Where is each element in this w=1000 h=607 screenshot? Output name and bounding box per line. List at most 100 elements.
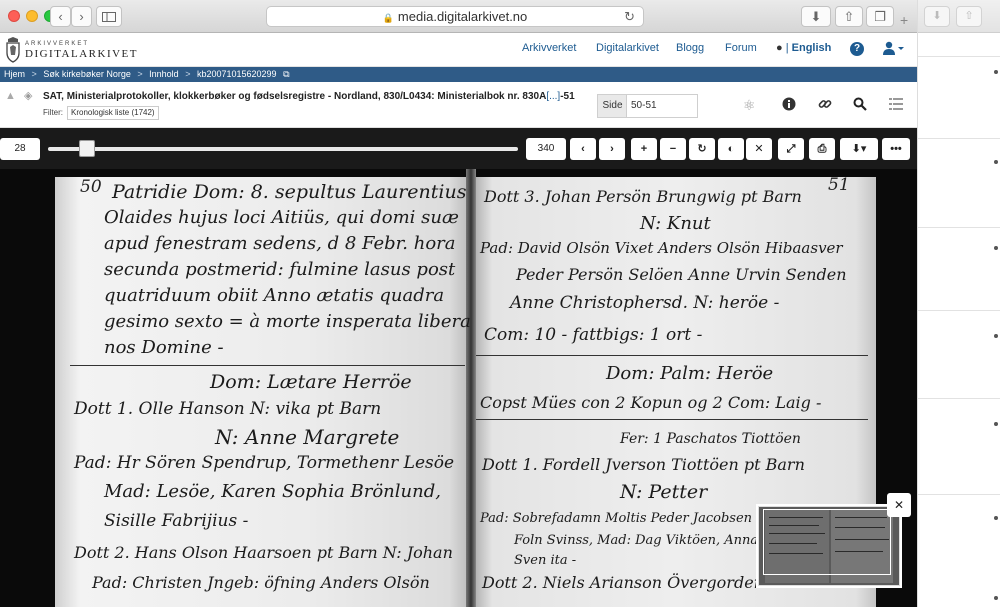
record-header: ▲ ◈ SAT, Ministerialprotokoller, klokker… bbox=[0, 82, 917, 128]
rotate-button[interactable]: ↻ bbox=[689, 138, 715, 160]
right-section-rule bbox=[476, 355, 868, 356]
right-line-6: Com: 10 - fattbigs: 1 ort - bbox=[484, 325, 703, 345]
viewer-toolbar: 28 340 ‹ › + − ↻ ◐ ✕ ⤢ ⎙ ⬇▾ ••• bbox=[0, 128, 917, 169]
contrast-button[interactable]: ◐ bbox=[718, 138, 744, 160]
forward-button[interactable]: › bbox=[71, 6, 92, 27]
background-window-toolbar: ⬇ ⇧ bbox=[918, 0, 1000, 33]
bullet bbox=[994, 160, 998, 164]
left-line-13: Sisille Fabrijius - bbox=[104, 511, 249, 531]
left-line-3: apud fenestram sedens, d 8 Febr. hora bbox=[104, 233, 456, 254]
info-icon[interactable] bbox=[782, 97, 796, 114]
previous-page-button[interactable]: ‹ bbox=[570, 138, 596, 160]
close-navigator-button[interactable]: ✕ bbox=[887, 493, 911, 517]
list-icon[interactable] bbox=[889, 97, 903, 113]
left-line-9: Dott 1. Olle Hanson N: vika pt Barn bbox=[74, 399, 382, 419]
left-line-6: gesimo sexto = à morte insperata libera bbox=[104, 311, 471, 332]
crest-icon[interactable] bbox=[5, 37, 21, 63]
expand-icon: ⤢ bbox=[786, 143, 796, 155]
zoom-in-button[interactable]: + bbox=[631, 138, 657, 160]
total-pages: 340 bbox=[526, 138, 566, 160]
url-text: media.digitalarkivet.no bbox=[397, 9, 528, 24]
navigator-viewport[interactable] bbox=[763, 509, 891, 575]
plus-icon: + bbox=[900, 12, 909, 28]
filter-select[interactable]: Kronologisk liste (1742) bbox=[67, 106, 159, 120]
nav-blogg[interactable]: Blogg bbox=[676, 42, 704, 54]
help-icon[interactable]: ? bbox=[850, 42, 864, 56]
more-options-button[interactable]: ••• bbox=[882, 138, 910, 160]
copy-icon[interactable]: ⧉ bbox=[283, 69, 289, 79]
language-separator: | bbox=[785, 42, 789, 54]
sidebar-toggle-button[interactable] bbox=[96, 6, 122, 27]
search-icon[interactable] bbox=[853, 97, 867, 114]
download-icon: ⬇ bbox=[810, 9, 822, 24]
right-line-9: Fer: 1 Paschatos Tiottöen bbox=[620, 431, 801, 447]
divider bbox=[918, 310, 1000, 311]
print-icon: ⎙ bbox=[817, 143, 827, 155]
breadcrumb-sok[interactable]: Søk kirkebøker Norge bbox=[43, 69, 131, 79]
layers-icon[interactable]: ◈ bbox=[24, 89, 32, 102]
left-line-1: Patridie Dom: 8. sepultus Laurentius bbox=[112, 181, 467, 203]
divider bbox=[918, 227, 1000, 228]
right-line-12: Pad: Sobrefadamn Moltis Peder Jacobsen bbox=[480, 511, 753, 526]
link-icon[interactable] bbox=[818, 97, 832, 114]
share-button[interactable]: ⇧ bbox=[835, 6, 863, 27]
right-line-5: Anne Christophersd. N: heröe - bbox=[510, 293, 780, 313]
nav-digitalarkivet[interactable]: Digitalarkivet bbox=[596, 42, 659, 54]
zoom-out-button[interactable]: − bbox=[660, 138, 686, 160]
sidebar-icon bbox=[102, 12, 116, 22]
share-icon: ⇧ bbox=[843, 9, 855, 24]
left-line-15: Pad: Christen Jngeb: öfning Anders Olsön bbox=[92, 573, 430, 592]
fullscreen-button[interactable]: ⤢ bbox=[778, 138, 804, 160]
reload-icon[interactable]: ↻ bbox=[624, 7, 635, 26]
language-switch[interactable]: ● | English bbox=[776, 42, 831, 54]
nav-forum[interactable]: Forum bbox=[725, 42, 757, 54]
address-bar[interactable]: 🔒 media.digitalarkivet.no ↻ bbox=[266, 6, 644, 27]
right-line-14: Sven ita - bbox=[514, 553, 577, 568]
print-button[interactable]: ⎙ bbox=[809, 138, 835, 160]
minimize-window-button[interactable] bbox=[26, 10, 38, 22]
breadcrumb-record-id[interactable]: kb20071015620299 bbox=[197, 69, 277, 79]
downloads-button[interactable]: ⬇ bbox=[801, 6, 831, 27]
page-slider-handle[interactable] bbox=[79, 140, 95, 157]
navigator-thumbnail[interactable] bbox=[756, 504, 902, 588]
nav-arkivverket[interactable]: Arkivverket bbox=[522, 42, 576, 54]
info-circle bbox=[782, 97, 796, 111]
right-line-7: Dom: Palm: Heröe bbox=[606, 363, 774, 384]
tabs-overview-button[interactable]: ❐ bbox=[866, 6, 894, 27]
molecule-icon[interactable]: ⚛ bbox=[743, 97, 756, 114]
download-menu-button[interactable]: ⬇▾ bbox=[840, 138, 878, 160]
left-line-11: Pad: Hr Sören Spendrup, Tormethenr Lesöe bbox=[74, 453, 455, 473]
right-line-11: N: Petter bbox=[620, 481, 708, 503]
divider bbox=[918, 56, 1000, 57]
right-line-8: Copst Mües con 2 Kopun og 2 Com: Laig - bbox=[480, 393, 822, 412]
breadcrumb-hjem[interactable]: Hjem bbox=[4, 69, 25, 79]
chevron-left-icon: ‹ bbox=[58, 9, 63, 24]
user-menu-button[interactable] bbox=[883, 41, 905, 58]
screen: ‹ › 🔒 media.digitalarkivet.no ↻ ⬇ ⇧ ❐ + ⬇… bbox=[0, 0, 1000, 607]
tabs-icon: ❐ bbox=[874, 9, 886, 24]
page-side-input[interactable]: 50-51 bbox=[626, 94, 698, 118]
right-line-13: Foln Svinss, Mad: Dag Viktöen, Anna bbox=[514, 533, 759, 548]
right-line-2: N: Knut bbox=[640, 213, 711, 234]
chain-link bbox=[818, 100, 832, 108]
background-download-icon: ⬇ bbox=[924, 6, 950, 27]
bullet bbox=[994, 516, 998, 520]
user-icon bbox=[883, 41, 904, 55]
left-line-5: quatriduum obiit Anno ætatis quadra bbox=[104, 285, 445, 306]
background-window: ⬇ ⇧ bbox=[917, 0, 1000, 607]
current-page-input[interactable]: 28 bbox=[0, 138, 40, 160]
next-page-button[interactable]: › bbox=[599, 138, 625, 160]
new-tab-button[interactable]: + bbox=[900, 12, 908, 28]
breadcrumb: Hjem > Søk kirkebøker Norge > Innhold > … bbox=[0, 67, 917, 82]
back-button[interactable]: ‹ bbox=[50, 6, 71, 27]
breadcrumb-innhold[interactable]: Innhold bbox=[149, 69, 179, 79]
logo-text[interactable]: DIGITALARKIVET bbox=[25, 48, 138, 60]
warning-icon[interactable]: ▲ bbox=[5, 90, 16, 102]
close-window-button[interactable] bbox=[8, 10, 20, 22]
right-section-rule-2 bbox=[476, 419, 868, 420]
title-expand-link[interactable]: [...] bbox=[546, 91, 560, 102]
logo-small-text[interactable]: ARKIVVERKET bbox=[25, 41, 89, 47]
reset-button[interactable]: ✕ bbox=[746, 138, 772, 160]
background-share-icon: ⇧ bbox=[956, 6, 982, 27]
page-slider[interactable] bbox=[48, 147, 518, 151]
